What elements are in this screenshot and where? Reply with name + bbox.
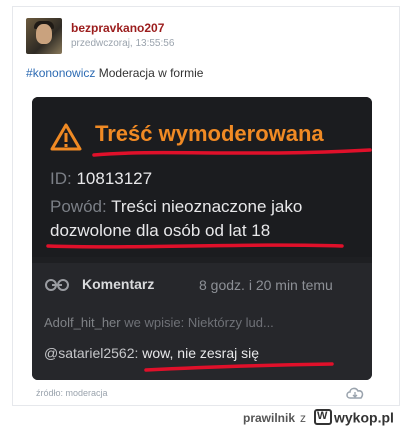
id-label: ID: bbox=[50, 169, 77, 188]
moderation-id: ID: 10813127 bbox=[50, 169, 152, 189]
reason-value-line2: dozwolone dla osób od lat 18 bbox=[50, 221, 271, 240]
user-avatar[interactable] bbox=[26, 18, 62, 54]
red-underline bbox=[144, 362, 334, 372]
cloud-download-icon[interactable] bbox=[345, 386, 365, 400]
wykop-logo-icon bbox=[314, 409, 332, 426]
reason-value-line1: Treści nieoznaczone jako bbox=[111, 197, 303, 216]
wykop-brand: wykop.pl bbox=[334, 409, 394, 426]
faded-username: Adolf_hit_her bbox=[44, 315, 121, 330]
link-icon bbox=[45, 279, 69, 291]
tag-link[interactable]: kononowicz bbox=[33, 66, 96, 80]
red-underline bbox=[92, 148, 372, 157]
moderation-title: Treść wymoderowana bbox=[95, 121, 324, 146]
faded-text: we wpisie: Niektórzy lud... bbox=[120, 315, 274, 330]
reason-label: Powód: bbox=[50, 197, 112, 216]
comment-line: @satariel2562: wow, nie zesraj się bbox=[44, 345, 259, 361]
tag-hash[interactable]: # bbox=[26, 66, 33, 80]
footer-z: z bbox=[300, 411, 306, 425]
post-timestamp[interactable]: przedwczoraj, 13:55:56 bbox=[71, 38, 174, 49]
comment-label: Komentarz bbox=[82, 276, 155, 292]
wykop-logo: wykop.pl bbox=[314, 408, 400, 426]
post-username[interactable]: bezpravkano207 bbox=[71, 21, 164, 35]
red-underline bbox=[46, 243, 344, 249]
post-body-text: Moderacja w formie bbox=[95, 66, 204, 80]
id-value: 10813127 bbox=[76, 169, 153, 188]
warning-triangle-icon bbox=[50, 123, 82, 151]
source-label[interactable]: źródło: moderacja bbox=[36, 388, 108, 398]
post-body: #kononowicz Moderacja w formie bbox=[26, 66, 203, 80]
embedded-screenshot[interactable]: Treść wymoderowana ID: 10813127 Powód: T… bbox=[32, 97, 372, 380]
comment-panel: Komentarz 8 godz. i 20 min temu Adolf_hi… bbox=[32, 263, 372, 380]
watermark-footer: prawilnik z wykop.pl bbox=[0, 406, 400, 428]
comment-text: wow, nie zesraj się bbox=[138, 345, 259, 361]
moderation-reason: Powód: Treści nieoznaczone jako bbox=[50, 197, 302, 217]
faded-comment-context: Adolf_hit_her we wpisie: Niektórzy lud..… bbox=[44, 315, 274, 330]
footer-username: prawilnik bbox=[243, 411, 296, 425]
avatar-face bbox=[36, 24, 52, 44]
comment-mention: @satariel2562: bbox=[44, 345, 139, 361]
comment-time: 8 godz. i 20 min temu bbox=[199, 277, 333, 293]
moderation-panel: Treść wymoderowana ID: 10813127 Powód: T… bbox=[32, 97, 372, 257]
